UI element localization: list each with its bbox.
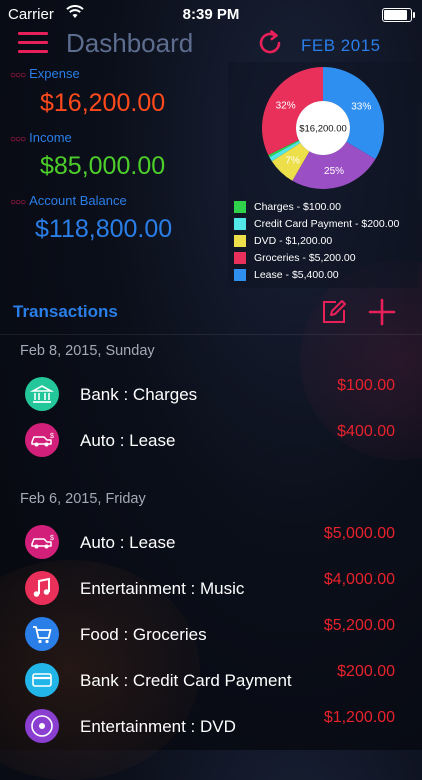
- legend-swatch: [234, 268, 246, 281]
- legend-item: DVD - $1,200.00: [234, 232, 399, 249]
- battery-icon: [382, 8, 415, 22]
- transaction-name: Food : Groceries: [80, 625, 207, 644]
- transaction-amount: $200.00: [337, 663, 395, 680]
- transaction-amount: $4,000.00: [323, 571, 395, 588]
- credit-card-icon: [25, 663, 59, 697]
- cart-icon: [25, 617, 59, 651]
- legend-item: Charges - $100.00: [234, 198, 399, 215]
- transaction-name: Entertainment : Music: [80, 579, 245, 598]
- chart-legend: Charges - $100.00 Credit Card Payment - $…: [234, 198, 399, 283]
- legend-label: DVD - $1,200.00: [254, 234, 333, 247]
- slice-percent-label: 32%: [276, 100, 296, 111]
- legend-label: Charges - $100.00: [254, 200, 341, 213]
- transaction-name: Entertainment : DVD: [80, 717, 236, 736]
- transaction-row[interactable]: $ Auto : Lease $400.00: [0, 423, 422, 467]
- transaction-amount: $100.00: [337, 377, 395, 394]
- legend-swatch: [234, 217, 246, 230]
- transaction-amount: $5,200.00: [323, 617, 395, 634]
- legend-label: Credit Card Payment - $200.00: [254, 217, 400, 230]
- page-title: Dashboard: [66, 28, 194, 58]
- legend-swatch: [234, 251, 246, 264]
- legend-item: Credit Card Payment - $200.00: [234, 215, 399, 232]
- income-label: ○○○ Income: [10, 130, 72, 145]
- bank-icon: [25, 377, 59, 411]
- add-icon[interactable]: [368, 298, 396, 326]
- transaction-name: Auto : Lease: [80, 533, 176, 552]
- dots-icon: ○○○: [10, 197, 26, 208]
- slice-percent-label: 33%: [351, 102, 371, 113]
- account-balance-label: ○○○ Account Balance: [10, 193, 127, 208]
- status-bar: Carrier 8:39 PM: [0, 0, 422, 28]
- clock: 8:39 PM: [182, 6, 240, 23]
- transaction-amount: $5,000.00: [323, 525, 395, 542]
- month-selector[interactable]: FEB 2015: [301, 36, 381, 56]
- expense-donut-chart[interactable]: $16,200.00 33% 25% 7% 32%: [261, 66, 385, 190]
- dots-icon: ○○○: [10, 70, 26, 81]
- transaction-name: Auto : Lease: [80, 431, 176, 450]
- menu-icon[interactable]: [18, 30, 48, 56]
- legend-item: Groceries - $5,200.00: [234, 249, 399, 266]
- transactions-title: Transactions: [13, 302, 118, 321]
- transaction-amount: $1,200.00: [323, 709, 395, 726]
- slice-percent-label: 25%: [324, 166, 344, 177]
- edit-icon[interactable]: [321, 299, 347, 325]
- transaction-name: Bank : Charges: [80, 385, 198, 404]
- transaction-row[interactable]: Entertainment : Music $4,000.00: [0, 571, 422, 615]
- transaction-row[interactable]: Bank : Credit Card Payment $200.00: [0, 663, 422, 707]
- legend-label: Groceries - $5,200.00: [254, 251, 356, 264]
- car-icon: $: [25, 423, 59, 457]
- slice-percent-label: 7%: [285, 155, 300, 166]
- transaction-amount: $400.00: [337, 423, 395, 440]
- chart-center-label: $16,200.00: [299, 124, 347, 135]
- transaction-row[interactable]: Bank : Charges $100.00: [0, 377, 422, 421]
- transaction-row[interactable]: $ Auto : Lease $5,000.00: [0, 525, 422, 569]
- transaction-row[interactable]: Entertainment : DVD $1,200.00: [0, 709, 422, 753]
- refresh-icon[interactable]: [255, 28, 285, 58]
- date-header: Feb 8, 2015, Sunday: [20, 343, 155, 359]
- svg-text:$: $: [50, 535, 54, 542]
- car-icon: $: [25, 525, 59, 559]
- svg-text:$: $: [50, 433, 54, 440]
- income-amount: $85,000.00: [40, 152, 166, 180]
- account-balance-amount: $118,800.00: [35, 215, 173, 243]
- transaction-name: Bank : Credit Card Payment: [80, 671, 292, 690]
- divider: [0, 334, 422, 335]
- transaction-row[interactable]: Food : Groceries $5,200.00: [0, 617, 422, 661]
- legend-item: Lease - $5,400.00: [234, 266, 399, 283]
- legend-label: Lease - $5,400.00: [254, 268, 339, 281]
- music-icon: [25, 571, 59, 605]
- date-header: Feb 6, 2015, Friday: [20, 491, 146, 507]
- legend-swatch: [234, 200, 246, 213]
- dots-icon: ○○○: [10, 134, 26, 145]
- disc-icon: [25, 709, 59, 743]
- legend-swatch: [234, 234, 246, 247]
- expense-label: ○○○ Expense: [10, 66, 80, 81]
- expense-amount: $16,200.00: [40, 89, 166, 117]
